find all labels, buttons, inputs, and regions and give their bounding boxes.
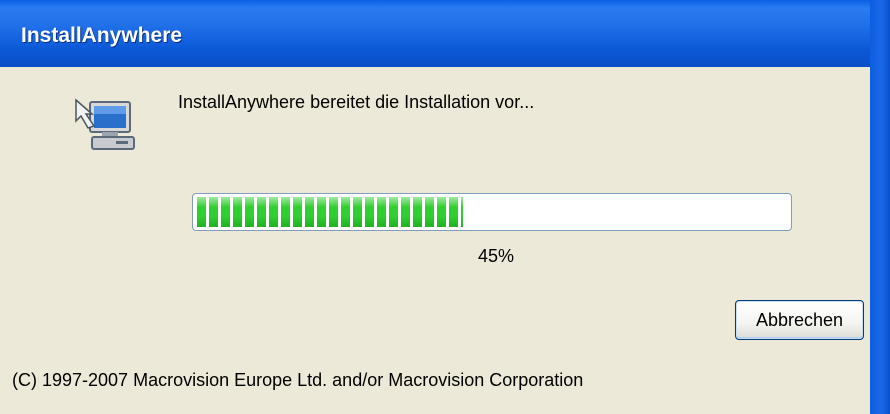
window-right-border: [870, 0, 890, 414]
progress-bar: [192, 193, 792, 231]
progress-percent: 45%: [478, 246, 515, 266]
title-bar[interactable]: InstallAnywhere: [0, 0, 890, 67]
window-title: InstallAnywhere: [21, 24, 183, 47]
progress-fill: [197, 197, 463, 227]
status-message: InstallAnywhere bereitet die Installatio…: [178, 92, 535, 112]
installer-window: InstallAnywhere InstallAnywhere bereitet…: [0, 0, 890, 414]
copyright-text: (C) 1997-2007 Macrovision Europe Ltd. an…: [12, 370, 584, 390]
computer-install-icon: [72, 96, 138, 154]
cancel-button[interactable]: Abbrechen: [735, 300, 864, 340]
